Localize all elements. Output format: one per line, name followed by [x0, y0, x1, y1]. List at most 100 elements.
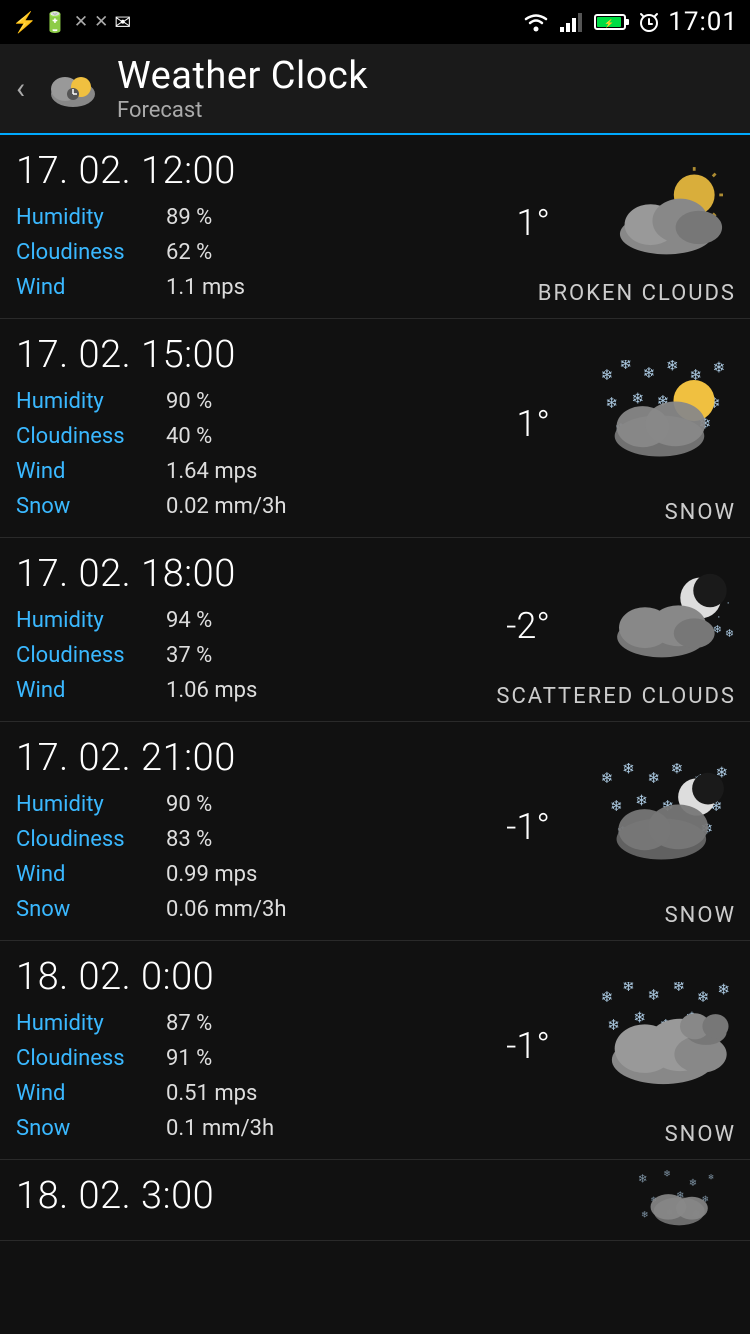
svg-text:❄: ❄	[622, 763, 635, 778]
app-logo-icon	[43, 59, 103, 119]
svg-text:❄: ❄	[601, 988, 614, 1006]
stat-value: 90 %	[166, 788, 212, 821]
back-button[interactable]: ‹	[16, 71, 25, 106]
svg-text:❄: ❄	[638, 1172, 648, 1186]
app-header: ‹ Weather Clock Forecast	[0, 44, 750, 135]
status-right-icons: ⚡ 17:01	[522, 7, 738, 37]
weather-icon-area: ❄❄ ❄❄ ❄❄ ❄❄ ❄❄ ❄ ❄❄ ❄❄	[596, 951, 736, 1122]
temperature: 1°	[516, 403, 550, 445]
status-left-icons: ⚡ 🔋 ✕ ✕ ✉	[12, 10, 131, 34]
forecast-item: 17. 02. 21:00 Humidity 90 % Cloudiness 8…	[0, 722, 750, 941]
stat-value: 87 %	[166, 1007, 212, 1040]
weather-icon-area: · · ❄ ❄	[606, 548, 736, 684]
svg-text:❄: ❄	[689, 1178, 698, 1189]
svg-text:⚡: ⚡	[604, 18, 614, 28]
svg-text:❄: ❄	[647, 769, 660, 787]
svg-text:❄: ❄	[622, 982, 635, 995]
svg-text:❄: ❄	[717, 982, 730, 999]
signal-x2-icon: ✕	[94, 12, 108, 32]
svg-text:❄: ❄	[666, 360, 679, 375]
svg-text:❄: ❄	[671, 763, 684, 778]
stat-value: 0.06 mm/3h	[166, 893, 287, 926]
svg-text:❄: ❄	[641, 1211, 648, 1221]
stat-value: 89 %	[166, 201, 212, 234]
alarm-icon	[638, 11, 660, 33]
stat-label: Humidity	[16, 604, 166, 637]
stat-label: Wind	[16, 1077, 166, 1110]
condition-label: SCATTERED CLOUDS	[496, 684, 736, 709]
forecast-item: 17. 02. 15:00 Humidity 90 % Cloudiness 4…	[0, 319, 750, 538]
svg-text:❄: ❄	[601, 366, 614, 384]
forecast-item: 18. 02. 0:00 Humidity 87 % Cloudiness 91…	[0, 941, 750, 1160]
forecast-list: 17. 02. 12:00 Humidity 89 % Cloudiness 6…	[0, 135, 750, 1160]
temperature: -1°	[506, 806, 550, 848]
svg-text:❄: ❄	[647, 986, 660, 1004]
svg-text:❄: ❄	[697, 988, 710, 1006]
stat-label: Wind	[16, 455, 166, 488]
stat-value: 91 %	[166, 1042, 212, 1075]
svg-text:·: ·	[727, 597, 730, 610]
stat-label: Snow	[16, 893, 166, 926]
stat-label: Wind	[16, 271, 166, 304]
stat-label: Snow	[16, 1112, 166, 1145]
svg-text:❄: ❄	[713, 360, 726, 377]
temperature: -1°	[506, 1025, 550, 1067]
svg-text:❄: ❄	[673, 982, 686, 995]
svg-text:❄: ❄	[631, 389, 644, 407]
stat-label: Humidity	[16, 201, 166, 234]
stat-label: Wind	[16, 858, 166, 891]
stat-label: Humidity	[16, 1007, 166, 1040]
battery-icon: ⚡	[594, 11, 630, 33]
condition-label: SNOW	[665, 903, 736, 928]
signal-x1-icon: ✕	[74, 12, 88, 32]
status-time: 17:01	[668, 7, 738, 37]
stat-value: 0.02 mm/3h	[166, 490, 287, 523]
stat-value: 0.51 mps	[166, 1077, 257, 1110]
header-texts: Weather Clock Forecast	[117, 54, 368, 123]
condition-label: SNOW	[665, 1122, 736, 1147]
svg-text:❄: ❄	[633, 1008, 646, 1026]
svg-text:❄: ❄	[605, 394, 618, 412]
weather-icon-area	[606, 145, 736, 281]
stat-value: 40 %	[166, 420, 212, 453]
stat-value: 62 %	[166, 236, 212, 269]
stat-label: Cloudiness	[16, 236, 166, 269]
condition-label: SNOW	[665, 500, 736, 525]
usb-icon: ⚡	[12, 10, 37, 34]
svg-text:❄: ❄	[663, 1170, 670, 1179]
svg-text:·: ·	[717, 611, 720, 624]
svg-text:❄: ❄	[725, 626, 734, 639]
svg-text:❄: ❄	[610, 797, 623, 815]
temperature: 1°	[516, 201, 550, 243]
condition-label: BROKEN CLOUDS	[538, 281, 736, 306]
weather-icon-partial: ❄ ❄ ❄ ❄ ❄ ❄ ❄ ❄ ❄ ❄	[616, 1170, 736, 1240]
stat-value: 0.1 mm/3h	[166, 1112, 274, 1145]
stat-label: Cloudiness	[16, 823, 166, 856]
stat-value: 1.06 mps	[166, 674, 257, 707]
stat-label: Humidity	[16, 788, 166, 821]
stat-label: Humidity	[16, 385, 166, 418]
forecast-item: 17. 02. 12:00 Humidity 89 % Cloudiness 6…	[0, 135, 750, 319]
svg-text:❄: ❄	[607, 1016, 620, 1034]
wifi-icon	[522, 11, 550, 33]
svg-text:❄: ❄	[643, 364, 656, 382]
stat-value: 0.99 mps	[166, 858, 257, 891]
stat-label: Cloudiness	[16, 1042, 166, 1075]
status-bar: ⚡ 🔋 ✕ ✕ ✉ ⚡	[0, 0, 750, 44]
stat-label: Cloudiness	[16, 420, 166, 453]
svg-text:❄: ❄	[601, 769, 614, 787]
app-subtitle: Forecast	[117, 98, 368, 123]
stat-value: 1.64 mps	[166, 455, 257, 488]
forecast-item: 17. 02. 18:00 Humidity 94 % Cloudiness 3…	[0, 538, 750, 722]
stat-value: 37 %	[166, 639, 212, 672]
temperature: -2°	[506, 604, 550, 646]
weather-icon-area: ❄❄ ❄❄ ❄❄ ❄❄ ❄❄ ❄ ❄❄ ❄❄	[596, 732, 736, 903]
stat-label: Snow	[16, 490, 166, 523]
stat-label: Wind	[16, 674, 166, 707]
stat-value: 83 %	[166, 823, 212, 856]
svg-text:❄: ❄	[635, 791, 648, 809]
stat-value: 90 %	[166, 385, 212, 418]
svg-text:❄: ❄	[708, 1173, 714, 1182]
sim-icon: 🔋	[43, 10, 68, 34]
app-title: Weather Clock	[117, 54, 368, 98]
